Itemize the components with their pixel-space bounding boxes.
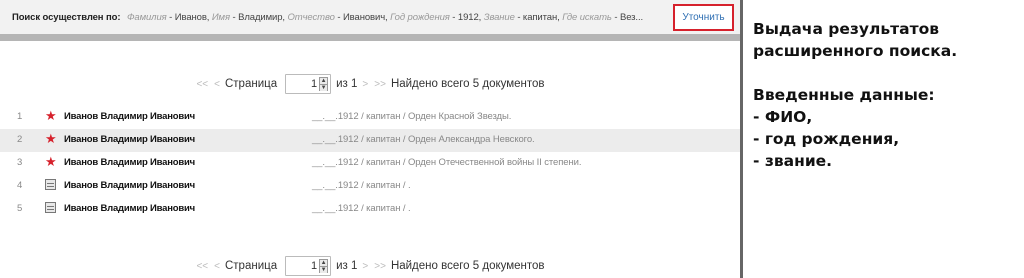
- documents-found-label: Найдено всего 5 документов: [390, 260, 545, 272]
- prev-page-button[interactable]: <: [214, 261, 220, 272]
- first-page-button[interactable]: <<: [196, 261, 208, 272]
- annotation-line: расширенного поиска.: [753, 42, 958, 60]
- next-page-button[interactable]: >: [362, 79, 368, 90]
- row-number: 2: [17, 134, 23, 145]
- award-info: __.__.1912 / капитан / Орден Александра …: [312, 134, 535, 145]
- annotation-line: Введенные данные:: [753, 86, 935, 104]
- criteria-key: Отчество: [287, 12, 335, 23]
- row-number: 1: [17, 111, 23, 122]
- spinner-down-icon[interactable]: ▼: [320, 84, 328, 91]
- annotation-line: - год рождения,: [753, 130, 900, 148]
- person-name-link[interactable]: Иванов Владимир Иванович: [64, 134, 195, 145]
- criteria-key: Фамилия: [126, 12, 167, 23]
- page-of-label: из 1: [336, 78, 358, 90]
- criteria-items: Фамилия - Иванов, Имя - Владимир, Отчест…: [127, 12, 643, 23]
- page-spinner[interactable]: ▲ ▼: [319, 77, 329, 91]
- criteria-key: Имя: [211, 12, 230, 23]
- criteria-value: - Иванов,: [166, 12, 212, 23]
- results-list: 1 ★ Иванов Владимир Иванович __.__.1912 …: [0, 106, 740, 221]
- criteria-value: - Вез...: [611, 12, 644, 23]
- criteria-value: - Иванович,: [334, 12, 391, 23]
- criteria-key: Звание: [483, 12, 515, 23]
- row-number: 3: [17, 157, 23, 168]
- last-page-button[interactable]: >>: [374, 261, 386, 272]
- annotation-line: - ФИО,: [753, 108, 813, 126]
- pager-bottom: << < Страница 1 ▲ ▼ из 1 > >> Найдено вс…: [0, 255, 740, 277]
- pager-top: << < Страница 1 ▲ ▼ из 1 > >> Найдено вс…: [0, 73, 740, 95]
- page-label: Страница: [224, 260, 278, 272]
- page-of-label: из 1: [336, 260, 358, 272]
- person-name-link[interactable]: Иванов Владимир Иванович: [64, 203, 195, 214]
- page-number-value: 1: [310, 260, 318, 272]
- row-number: 4: [17, 180, 23, 191]
- first-page-button[interactable]: <<: [196, 79, 208, 90]
- annotation-panel: Выдача результатов расширенного поиска. …: [753, 18, 1021, 172]
- award-info: __.__.1912 / капитан / Орден Красной Зве…: [312, 111, 512, 122]
- document-icon: [45, 179, 56, 190]
- last-page-button[interactable]: >>: [374, 79, 386, 90]
- annotation-line: Выдача результатов: [753, 20, 940, 38]
- person-name-link[interactable]: Иванов Владимир Иванович: [64, 157, 195, 168]
- award-info: __.__.1912 / капитан / .: [312, 180, 411, 191]
- result-row[interactable]: 2 ★ Иванов Владимир Иванович __.__.1912 …: [0, 129, 740, 152]
- criteria-key: Где искать: [562, 12, 612, 23]
- criteria-value: - капитан,: [514, 12, 563, 23]
- spinner-down-icon[interactable]: ▼: [320, 266, 328, 273]
- page-spinner[interactable]: ▲ ▼: [319, 259, 329, 273]
- search-criteria-text: Поиск осуществлен по: Фамилия - Иванов, …: [12, 12, 643, 23]
- documents-found-label: Найдено всего 5 документов: [390, 78, 545, 90]
- star-icon: ★: [45, 154, 57, 169]
- award-info: __.__.1912 / капитан / Орден Отечественн…: [312, 157, 582, 168]
- criteria-key: Год рождения: [390, 12, 450, 23]
- criteria-value: - Владимир,: [229, 12, 288, 23]
- page-number-value: 1: [310, 78, 318, 90]
- document-icon: [45, 202, 56, 213]
- star-icon: ★: [45, 131, 57, 146]
- page-label: Страница: [224, 78, 278, 90]
- page-number-input[interactable]: 1 ▲ ▼: [285, 74, 332, 94]
- prev-page-button[interactable]: <: [214, 79, 220, 90]
- result-row[interactable]: 4 Иванов Владимир Иванович __.__.1912 / …: [0, 175, 740, 198]
- person-name-link[interactable]: Иванов Владимир Иванович: [64, 180, 195, 191]
- search-results-panel: Поиск осуществлен по: Фамилия - Иванов, …: [0, 0, 740, 278]
- vertical-divider: [740, 0, 743, 278]
- refine-button[interactable]: Уточнить: [673, 4, 734, 31]
- star-icon: ★: [45, 108, 57, 123]
- search-criteria-bar: Поиск осуществлен по: Фамилия - Иванов, …: [0, 0, 740, 34]
- criteria-value: - 1912,: [449, 12, 484, 23]
- result-row[interactable]: 3 ★ Иванов Владимир Иванович __.__.1912 …: [0, 152, 740, 175]
- result-row[interactable]: 5 Иванов Владимир Иванович __.__.1912 / …: [0, 198, 740, 221]
- person-name-link[interactable]: Иванов Владимир Иванович: [64, 111, 195, 122]
- header-divider-strip: [0, 34, 740, 41]
- next-page-button[interactable]: >: [362, 261, 368, 272]
- result-row[interactable]: 1 ★ Иванов Владимир Иванович __.__.1912 …: [0, 106, 740, 129]
- row-number: 5: [17, 203, 23, 214]
- criteria-prefix: Поиск осуществлен по:: [12, 12, 121, 23]
- page-number-input[interactable]: 1 ▲ ▼: [285, 256, 332, 276]
- annotation-line: - звание.: [753, 152, 833, 170]
- award-info: __.__.1912 / капитан / .: [312, 203, 411, 214]
